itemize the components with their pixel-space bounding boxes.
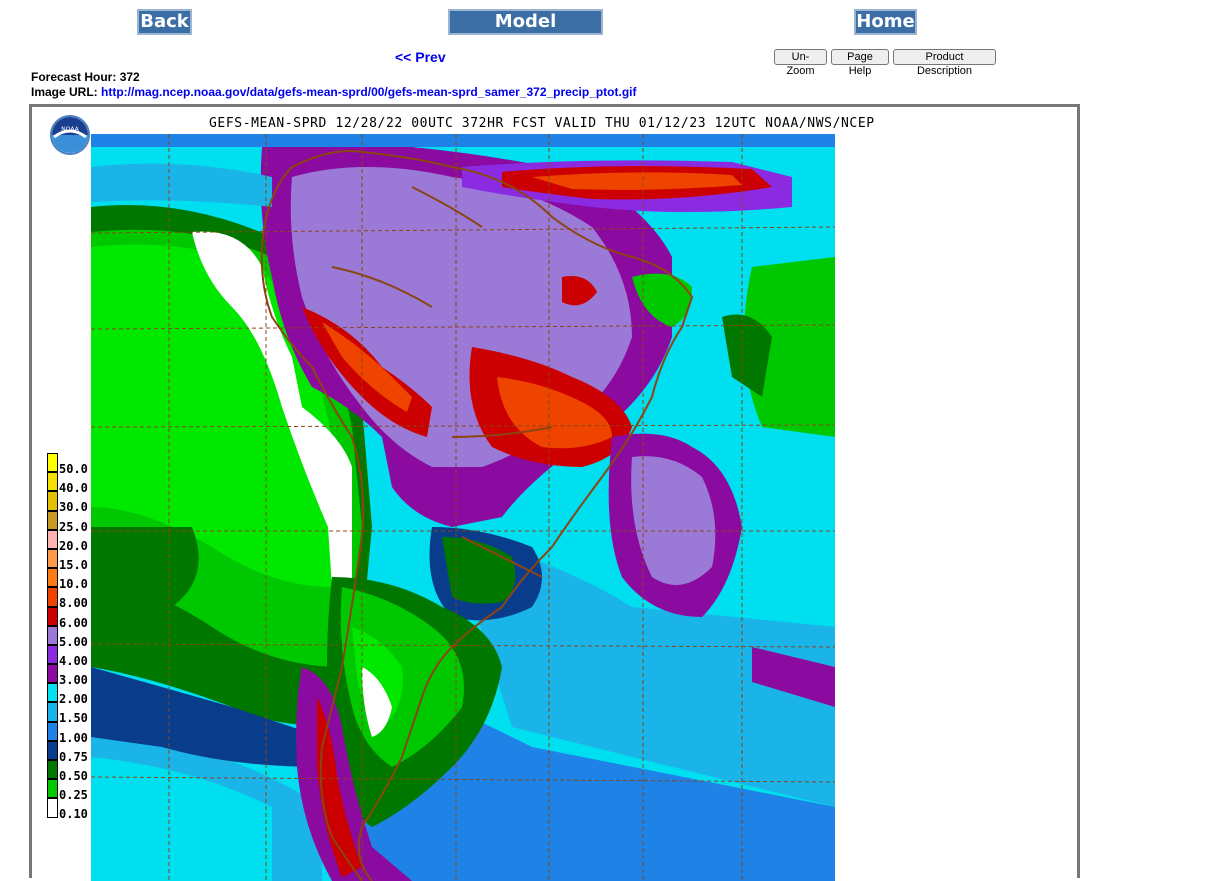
legend-row: 0.75 — [47, 740, 97, 764]
precip-legend: 50.0 40.0 30.0 25.0 20.0 15.0 10.0 8.00 6.00 5.00… — [47, 453, 97, 821]
legend-swatch — [47, 664, 58, 684]
legend-row: 1.50 — [47, 702, 97, 725]
legend-swatch — [47, 568, 58, 588]
image-url-link[interactable]: http://mag.ncep.noaa.gov/data/gefs-mean-… — [101, 85, 636, 99]
legend-swatch — [47, 798, 58, 818]
legend-row: 25.0 — [47, 510, 97, 534]
image-url-label: Image URL: — [31, 85, 98, 99]
map-title: GEFS-MEAN-SPRD 12/28/22 00UTC 372HR FCST… — [209, 116, 875, 131]
legend-swatch — [47, 472, 58, 492]
precip-field — [91, 134, 835, 881]
legend-row: 15.0 — [47, 548, 97, 572]
legend-row: 2.00 — [47, 683, 97, 706]
forecast-map[interactable]: NOAA GEFS-MEAN-SPRD 12/28/22 00UTC 372HR… — [29, 104, 1080, 881]
legend-row: 5.00 — [47, 625, 97, 649]
legend-swatch — [47, 779, 58, 799]
legend-row: 4.00 — [47, 644, 97, 668]
legend-swatch — [47, 606, 58, 626]
legend-swatch — [47, 702, 58, 722]
image-url: Image URL: http://mag.ncep.noaa.gov/data… — [31, 85, 637, 99]
legend-row: 1.00 — [47, 721, 97, 745]
home-button[interactable]: Home — [854, 9, 917, 35]
noaa-logo: NOAA — [50, 115, 90, 155]
legend-row: 40.0 — [47, 472, 97, 495]
legend-swatch — [47, 529, 58, 549]
legend-swatch — [47, 721, 58, 741]
svg-text:NOAA: NOAA — [61, 126, 79, 133]
prev-link[interactable]: << Prev — [395, 49, 446, 65]
legend-row: 0.50 — [47, 760, 97, 783]
legend-row: 20.0 — [47, 529, 97, 553]
forecast-hour-value: 372 — [119, 70, 140, 84]
legend-swatch — [47, 760, 58, 780]
forecast-hour-label: Forecast Hour: — [31, 70, 117, 84]
legend-row: 6.00 — [47, 606, 97, 630]
legend-swatch — [47, 453, 58, 473]
product-description-button[interactable]: Product Description — [893, 49, 996, 77]
page-help-button[interactable]: Page Help — [831, 49, 889, 77]
legend-swatch — [47, 587, 58, 607]
unzoom-button[interactable]: Un-Zoom — [774, 49, 827, 77]
legend-row: 50.0 — [47, 453, 97, 476]
legend-row: 3.00 — [47, 664, 97, 687]
model-guidance-button[interactable]: Model Guidance — [448, 9, 603, 54]
legend-row: 0.10 — [47, 798, 97, 821]
legend-label: 0.10 — [59, 807, 88, 822]
legend-swatch — [47, 548, 58, 569]
legend-row: 10.0 — [47, 568, 97, 591]
legend-swatch — [47, 625, 58, 645]
legend-swatch — [47, 491, 58, 511]
legend-row: 0.25 — [47, 779, 97, 802]
back-button[interactable]: Back — [137, 9, 192, 35]
legend-row: 30.0 — [47, 491, 97, 514]
precip-map-image[interactable]: NOAA — [32, 107, 1077, 881]
legend-swatch — [47, 683, 58, 703]
legend-swatch — [47, 740, 58, 760]
legend-swatch — [47, 510, 58, 530]
legend-swatch — [47, 644, 58, 665]
legend-row: 8.00 — [47, 587, 97, 610]
forecast-hour: Forecast Hour: 372 — [31, 70, 140, 84]
